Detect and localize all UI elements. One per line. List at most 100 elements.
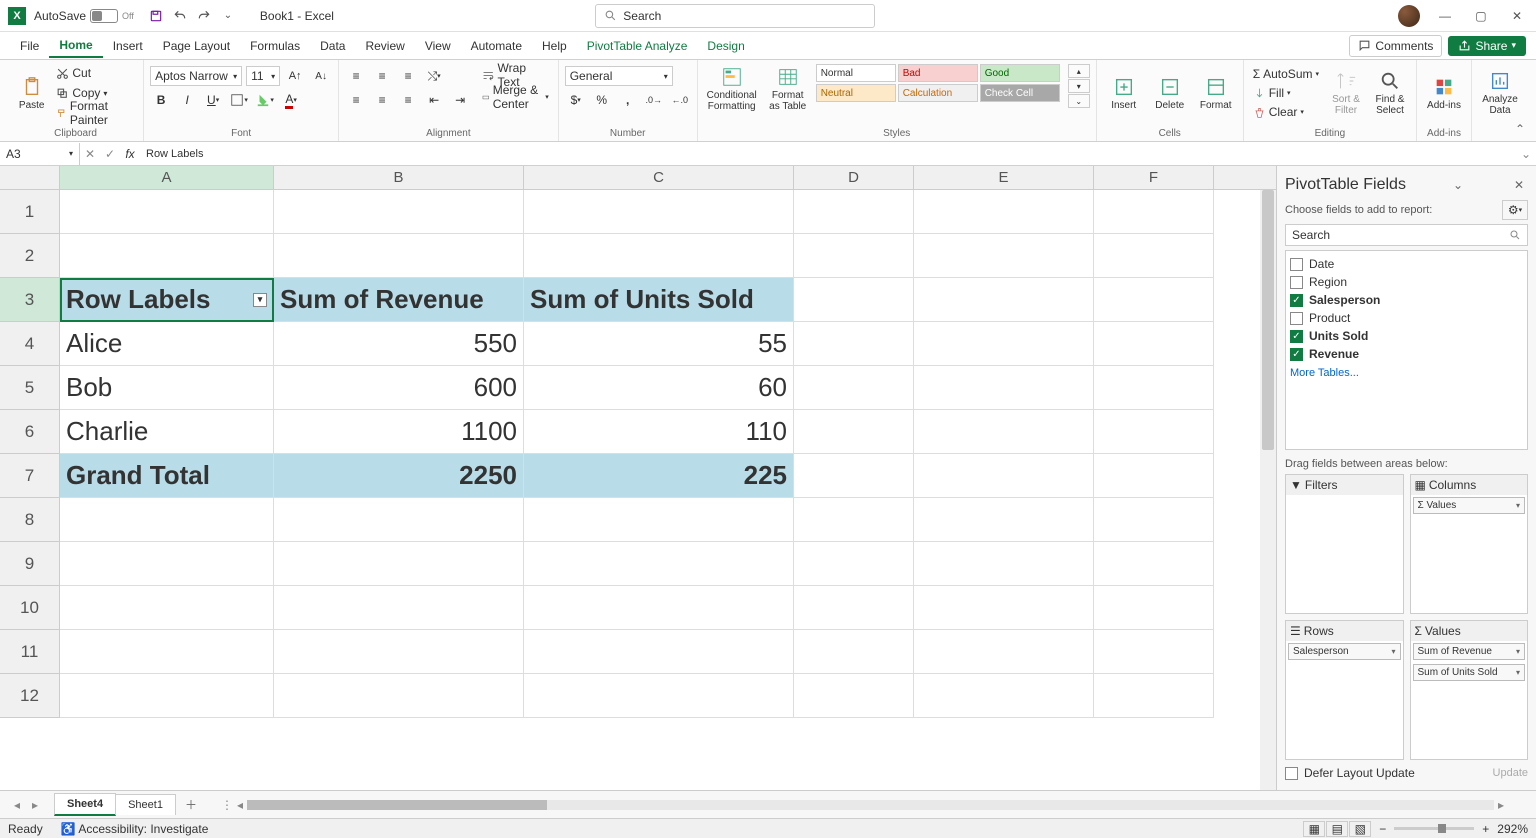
- style-check-cell[interactable]: Check Cell: [980, 84, 1060, 102]
- cell[interactable]: [914, 190, 1094, 234]
- field-checkbox[interactable]: [1290, 312, 1303, 325]
- zoom-level[interactable]: 292%: [1497, 822, 1528, 836]
- cell[interactable]: [524, 234, 794, 278]
- cell[interactable]: [794, 454, 914, 498]
- cell[interactable]: [274, 498, 524, 542]
- cell[interactable]: [794, 542, 914, 586]
- zoom-slider[interactable]: [1394, 827, 1474, 830]
- style-good[interactable]: Good: [980, 64, 1060, 82]
- orientation-icon[interactable]: ⤭▾: [423, 66, 445, 86]
- row-header[interactable]: 6: [0, 410, 60, 454]
- row-header[interactable]: 9: [0, 542, 60, 586]
- cell[interactable]: [1094, 234, 1214, 278]
- align-center-icon[interactable]: ≡: [371, 90, 393, 110]
- pivot-field-item[interactable]: ✓Units Sold: [1290, 327, 1523, 345]
- cell[interactable]: 550: [274, 322, 524, 366]
- cell[interactable]: [524, 630, 794, 674]
- pivot-field-search[interactable]: Search: [1285, 224, 1528, 246]
- share-button[interactable]: Share ▾: [1448, 36, 1526, 56]
- autosum-button[interactable]: ΣAutoSum▾: [1250, 65, 1322, 83]
- increase-font-icon[interactable]: A↑: [284, 66, 306, 86]
- cell[interactable]: [794, 498, 914, 542]
- filters-area[interactable]: ▼Filters: [1285, 474, 1404, 614]
- column-header[interactable]: A: [60, 166, 274, 189]
- increase-indent-icon[interactable]: ⇥: [449, 90, 471, 110]
- cell[interactable]: [1094, 410, 1214, 454]
- find-select-button[interactable]: Find & Select: [1370, 68, 1410, 118]
- column-header[interactable]: B: [274, 166, 524, 189]
- cell[interactable]: [794, 322, 914, 366]
- format-as-table-button[interactable]: Format as Table: [764, 64, 812, 114]
- cell[interactable]: [1094, 322, 1214, 366]
- row-header[interactable]: 4: [0, 322, 60, 366]
- field-checkbox[interactable]: ✓: [1290, 348, 1303, 361]
- row-header[interactable]: 3: [0, 278, 60, 322]
- sort-filter-button[interactable]: Sort & Filter: [1326, 68, 1366, 118]
- cell[interactable]: [60, 674, 274, 718]
- cell[interactable]: [60, 498, 274, 542]
- cell[interactable]: [914, 366, 1094, 410]
- values-area[interactable]: ΣValues Sum of Revenue Sum of Units Sold: [1410, 620, 1529, 760]
- pivot-field-item[interactable]: Product: [1290, 309, 1523, 327]
- cell[interactable]: Sum of Revenue: [274, 278, 524, 322]
- rows-area[interactable]: ☰Rows Salesperson: [1285, 620, 1404, 760]
- cell[interactable]: [794, 586, 914, 630]
- cell[interactable]: [524, 190, 794, 234]
- cell[interactable]: [524, 674, 794, 718]
- name-box[interactable]: A3▾: [0, 143, 80, 165]
- cell[interactable]: [1094, 190, 1214, 234]
- zoom-in-icon[interactable]: +: [1482, 822, 1489, 836]
- page-break-view-icon[interactable]: ▧: [1349, 821, 1371, 837]
- align-bottom-icon[interactable]: ≡: [397, 66, 419, 86]
- cell[interactable]: [1094, 454, 1214, 498]
- cell[interactable]: 55: [524, 322, 794, 366]
- page-layout-view-icon[interactable]: ▤: [1326, 821, 1348, 837]
- fx-icon[interactable]: fx: [120, 144, 140, 164]
- comments-button[interactable]: Comments: [1349, 35, 1442, 57]
- rows-area-item[interactable]: Salesperson: [1288, 643, 1401, 660]
- format-cells-button[interactable]: Format: [1195, 74, 1237, 113]
- cell[interactable]: [60, 234, 274, 278]
- column-header[interactable]: D: [794, 166, 914, 189]
- row-header[interactable]: 11: [0, 630, 60, 674]
- cell[interactable]: [914, 498, 1094, 542]
- normal-view-icon[interactable]: ▦: [1303, 821, 1325, 837]
- row-header[interactable]: 5: [0, 366, 60, 410]
- cell[interactable]: [274, 542, 524, 586]
- tab-automate[interactable]: Automate: [461, 35, 532, 57]
- align-top-icon[interactable]: ≡: [345, 66, 367, 86]
- tab-insert[interactable]: Insert: [103, 35, 153, 57]
- fill-button[interactable]: Fill▾: [1250, 84, 1322, 102]
- tab-data[interactable]: Data: [310, 35, 355, 57]
- style-calculation[interactable]: Calculation: [898, 84, 978, 102]
- pivot-field-item[interactable]: Date: [1290, 255, 1523, 273]
- field-checkbox[interactable]: [1290, 258, 1303, 271]
- decrease-decimal-icon[interactable]: ←.0: [669, 90, 691, 110]
- analyze-data-button[interactable]: Analyze Data: [1478, 68, 1522, 118]
- cell[interactable]: Grand Total: [60, 454, 274, 498]
- values-area-item[interactable]: Sum of Units Sold: [1413, 664, 1526, 681]
- paste-button[interactable]: Paste: [14, 74, 49, 113]
- select-all-corner[interactable]: [0, 166, 60, 190]
- defer-layout-checkbox[interactable]: [1285, 767, 1298, 780]
- cell[interactable]: [274, 234, 524, 278]
- cell[interactable]: [274, 190, 524, 234]
- font-size-combo[interactable]: 11▾: [246, 66, 280, 86]
- border-icon[interactable]: ▾: [228, 90, 250, 110]
- cell[interactable]: [524, 498, 794, 542]
- cell[interactable]: [1094, 278, 1214, 322]
- tab-review[interactable]: Review: [355, 35, 414, 57]
- cell[interactable]: [914, 278, 1094, 322]
- expand-formula-icon[interactable]: ⌄: [1516, 144, 1536, 164]
- sheet-nav-prev-icon[interactable]: ◂: [8, 796, 26, 814]
- pivot-field-item[interactable]: Region: [1290, 273, 1523, 291]
- cell[interactable]: Charlie: [60, 410, 274, 454]
- formula-input[interactable]: Row Labels: [140, 148, 1516, 160]
- qat-customize-icon[interactable]: ⌄: [217, 5, 239, 27]
- tab-help[interactable]: Help: [532, 35, 577, 57]
- cell[interactable]: [914, 322, 1094, 366]
- cell[interactable]: [914, 542, 1094, 586]
- cell[interactable]: [794, 674, 914, 718]
- cell[interactable]: [524, 542, 794, 586]
- close-icon[interactable]: ✕: [1506, 5, 1528, 27]
